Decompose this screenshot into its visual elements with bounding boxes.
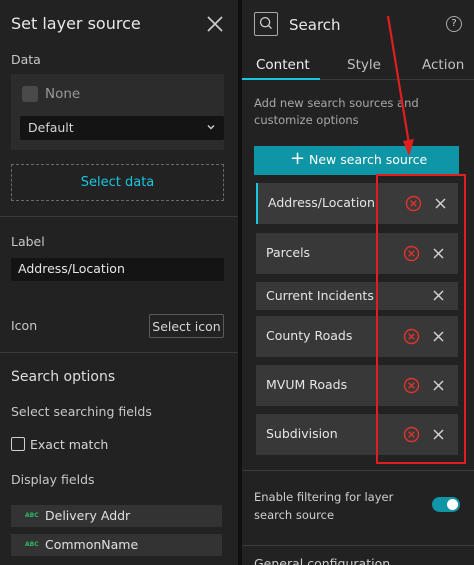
icon-heading: Icon: [11, 318, 38, 333]
remove-circle-icon[interactable]: [403, 328, 420, 345]
display-field-name: CommonName: [45, 537, 139, 552]
data-view-value: Default: [28, 120, 74, 135]
chevron-down-icon: [207, 125, 215, 130]
search-source-label: Parcels: [266, 245, 311, 260]
search-source-label: Current Incidents: [266, 288, 374, 303]
data-source-box: None Default: [11, 74, 224, 150]
display-fields-label: Display fields: [11, 472, 95, 487]
content-description: Add new search sources and customize opt…: [254, 96, 419, 127]
label-input-value: Address/Location: [18, 261, 125, 276]
tab-action[interactable]: Action: [422, 57, 464, 73]
set-layer-source-panel: Set layer source Data None Default Selec…: [0, 0, 238, 565]
display-field-name: Delivery Addr: [45, 508, 131, 523]
search-source-item[interactable]: Current Incidents: [256, 282, 458, 310]
close-icon[interactable]: [431, 288, 446, 303]
toggle-knob: [447, 499, 458, 510]
select-data-button[interactable]: Select data: [11, 164, 224, 201]
data-none-text: None: [45, 86, 81, 102]
searching-fields-label: Select searching fields: [11, 404, 152, 419]
close-icon[interactable]: [431, 329, 446, 344]
search-source-label: Address/Location: [268, 195, 375, 210]
close-icon[interactable]: [206, 15, 224, 33]
search-source-item[interactable]: County Roads: [256, 316, 458, 357]
panel-header: Set layer source: [0, 0, 238, 48]
search-source-item[interactable]: Subdivision: [256, 414, 458, 455]
string-field-icon: ABC: [25, 541, 39, 548]
close-icon[interactable]: [431, 378, 446, 393]
tab-style[interactable]: Style: [347, 57, 381, 73]
select-icon-label: Select icon: [152, 319, 221, 334]
divider: [242, 470, 474, 471]
remove-circle-icon[interactable]: [403, 377, 420, 394]
new-search-source-button[interactable]: + New search source: [254, 146, 459, 175]
data-view-dropdown[interactable]: Default: [20, 116, 224, 140]
enable-filtering-toggle[interactable]: [432, 497, 460, 512]
search-widget-icon: [254, 12, 278, 36]
active-tab-indicator: [242, 78, 320, 80]
section-heading-cutoff: General configuration: [254, 556, 391, 565]
search-source-item[interactable]: Parcels: [256, 233, 458, 274]
database-icon: [22, 86, 38, 102]
select-data-label: Select data: [80, 175, 155, 190]
widget-title: Search: [289, 16, 341, 34]
tab-content[interactable]: Content: [256, 57, 310, 73]
exact-match-label: Exact match: [30, 437, 109, 452]
search-source-item[interactable]: Address/Location: [256, 183, 458, 224]
close-icon[interactable]: [431, 246, 446, 261]
close-icon[interactable]: [433, 196, 448, 211]
search-source-label: County Roads: [266, 328, 353, 343]
display-field-item[interactable]: ABC CommonName: [11, 534, 222, 556]
remove-circle-icon[interactable]: [403, 426, 420, 443]
string-field-icon: ABC: [25, 512, 39, 519]
plus-icon: +: [290, 148, 306, 169]
search-source-label: Subdivision: [266, 426, 338, 441]
remove-circle-icon[interactable]: [403, 245, 420, 262]
remove-circle-icon[interactable]: [405, 195, 422, 212]
help-icon[interactable]: ?: [446, 16, 462, 32]
display-field-item[interactable]: ABC Delivery Addr: [11, 505, 222, 527]
search-options-heading: Search options: [11, 369, 116, 385]
label-input[interactable]: Address/Location: [11, 258, 224, 281]
enable-filtering-label: Enable filtering for layer search source: [254, 490, 394, 522]
search-widget-panel: Search ? Content Style Action Add new se…: [242, 0, 474, 565]
divider: [0, 352, 238, 353]
data-label: Data: [11, 52, 41, 67]
divider: [0, 216, 238, 217]
select-icon-button[interactable]: Select icon: [149, 314, 224, 338]
label-heading: Label: [11, 234, 45, 249]
search-source-label: MVUM Roads: [266, 377, 348, 392]
search-source-item[interactable]: MVUM Roads: [256, 365, 458, 406]
exact-match-checkbox[interactable]: [11, 437, 25, 451]
new-search-source-label: New search source: [309, 152, 428, 167]
close-icon[interactable]: [431, 427, 446, 442]
divider: [242, 545, 474, 546]
panel-title: Set layer source: [11, 14, 141, 33]
